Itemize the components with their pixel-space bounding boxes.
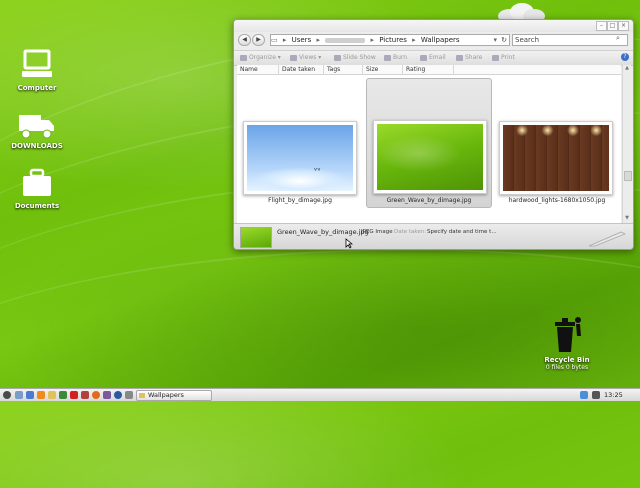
command-bar: Organize ▾ Views ▾ Slide Show Burn Email… xyxy=(234,50,633,66)
window-titlebar[interactable]: – □ × xyxy=(234,20,633,32)
close-button[interactable]: × xyxy=(618,21,629,31)
breadcrumb-separator: ▸ xyxy=(282,36,287,44)
slideshow-icon xyxy=(334,54,341,61)
column-header-size[interactable]: Size xyxy=(363,65,403,74)
recycle-bin-info: 0 files 0 bytes xyxy=(545,364,589,371)
column-header-date-taken[interactable]: Date taken xyxy=(279,65,324,74)
mouse-cursor-icon xyxy=(345,238,353,249)
column-header-tags[interactable]: Tags xyxy=(324,65,363,74)
tray-network-icon[interactable] xyxy=(580,391,588,399)
quicklaunch-extra-icon[interactable] xyxy=(125,391,133,399)
quicklaunch-desktop-icon[interactable] xyxy=(15,391,23,399)
details-filetype: JPEG Image xyxy=(361,229,393,235)
file-name: hardwood_lights-1680x1050.jpg xyxy=(508,197,606,204)
desktop-icon-label: Computer xyxy=(17,84,57,92)
vertical-scrollbar[interactable]: ▲ ▼ xyxy=(622,65,632,223)
organize-menu[interactable]: Organize ▾ xyxy=(240,53,281,63)
search-icon[interactable]: ⌕ xyxy=(616,34,620,43)
folder-icon xyxy=(139,393,145,398)
start-menu-icon[interactable] xyxy=(3,391,11,399)
forward-button[interactable]: ▶ xyxy=(252,34,265,46)
burn-icon xyxy=(384,54,391,61)
scroll-thumb[interactable] xyxy=(624,171,632,181)
back-button[interactable]: ◀ xyxy=(238,34,251,46)
file-name: Green_Wave_by_dimage.jpg xyxy=(386,197,472,204)
birds-icon: ᵛᵛ xyxy=(314,166,321,175)
taskbar-button-label: Wallpapers xyxy=(148,391,184,399)
file-item-selected[interactable]: Green_Wave_by_dimage.jpg xyxy=(366,78,492,208)
minimize-button[interactable]: – xyxy=(596,21,607,31)
file-item[interactable]: ᵛᵛ Flight_by_dimage.jpg xyxy=(241,83,359,207)
quicklaunch-media-icon[interactable] xyxy=(59,391,67,399)
print-icon xyxy=(492,54,499,61)
quicklaunch-browser-icon[interactable] xyxy=(26,391,34,399)
organize-icon xyxy=(240,54,247,61)
quicklaunch-vlc-icon[interactable] xyxy=(37,391,45,399)
briefcase-icon xyxy=(23,168,51,196)
breadcrumb-separator: ▸ xyxy=(412,36,416,44)
refresh-icon[interactable]: ↻ xyxy=(501,35,507,45)
taskbar-button-wallpapers[interactable]: Wallpapers xyxy=(136,390,212,401)
dropdown-icon[interactable]: ▾ xyxy=(493,35,497,45)
details-filename: Green_Wave_by_dimage.jpg xyxy=(277,228,369,236)
email-button[interactable]: Email xyxy=(420,53,446,63)
share-icon xyxy=(456,54,463,61)
recycle-bin-label: Recycle Bin xyxy=(544,356,590,364)
quicklaunch-settings-icon[interactable] xyxy=(114,391,122,399)
pen-icon xyxy=(588,231,626,247)
quicklaunch-firefox-icon[interactable] xyxy=(92,391,100,399)
taskbar: Wallpapers 13:25 xyxy=(0,388,640,401)
desktop-icon-computer[interactable]: Computer xyxy=(2,48,72,92)
file-thumbnail xyxy=(373,120,487,194)
views-menu[interactable]: Views ▾ xyxy=(290,53,321,63)
column-header-rating[interactable]: Rating xyxy=(403,65,454,74)
quicklaunch-mail-icon[interactable] xyxy=(81,391,89,399)
breadcrumb-item-users[interactable]: Users xyxy=(292,35,312,45)
share-button[interactable]: Share xyxy=(456,53,482,63)
quicklaunch-app-icon[interactable] xyxy=(70,391,78,399)
details-date-label: Date taken: xyxy=(394,229,427,235)
desktop-icon-downloads[interactable]: DOWNLOADS xyxy=(2,112,72,150)
breadcrumb-separator: ▸ xyxy=(370,36,374,44)
breadcrumb-item-pictures[interactable]: Pictures xyxy=(379,35,407,45)
address-bar: ◀ ▶ ▭ ▸ Users ▸ ▸ Pictures ▸ Wallpapers … xyxy=(237,33,630,46)
file-thumbnail xyxy=(499,121,613,195)
trash-icon xyxy=(555,317,581,352)
desktop-icon-label: Documents xyxy=(14,202,60,210)
quicklaunch-folder-icon[interactable] xyxy=(48,391,56,399)
file-list: ᵛᵛ Flight_by_dimage.jpg Green_Wave_by_di… xyxy=(237,75,621,223)
burn-button[interactable]: Burn xyxy=(384,53,407,63)
desktop-icon-recycle-bin[interactable]: Recycle Bin 0 files 0 bytes xyxy=(532,314,602,371)
help-icon[interactable]: ? xyxy=(621,53,629,61)
column-header-row: Name Date taken Tags Size Rating xyxy=(237,65,621,75)
slideshow-button[interactable]: Slide Show xyxy=(334,53,376,63)
explorer-window: – □ × ◀ ▶ ▭ ▸ Users ▸ ▸ Pictures ▸ Wallp… xyxy=(233,19,634,250)
redacted-username xyxy=(325,37,366,43)
computer-icon xyxy=(22,49,52,77)
breadcrumb-separator: ▸ xyxy=(316,36,320,44)
breadcrumb[interactable]: ▭ ▸ Users ▸ ▸ Pictures ▸ Wallpapers ▾ ↻ xyxy=(270,34,510,46)
print-button[interactable]: Print xyxy=(492,53,515,63)
preview-thumbnail xyxy=(240,227,272,248)
column-header-name[interactable]: Name xyxy=(237,65,279,74)
folder-icon: ▭ xyxy=(271,36,278,44)
views-icon xyxy=(290,54,297,61)
file-name: Flight_by_dimage.jpg xyxy=(268,197,332,204)
quicklaunch-tool-icon[interactable] xyxy=(103,391,111,399)
file-thumbnail xyxy=(243,121,357,195)
file-item[interactable]: hardwood_lights-1680x1050.jpg xyxy=(497,83,617,207)
tray-volume-icon[interactable] xyxy=(592,391,600,399)
maximize-button[interactable]: □ xyxy=(607,21,618,31)
email-icon xyxy=(420,54,427,61)
search-input[interactable]: Search xyxy=(512,34,628,46)
desktop-icon-documents[interactable]: Documents xyxy=(2,168,72,210)
scroll-down-icon[interactable]: ▼ xyxy=(624,215,630,223)
truck-icon xyxy=(19,115,54,139)
details-pane: Green_Wave_by_dimage.jpg JPEG Image Date… xyxy=(234,223,633,249)
breadcrumb-item-wallpapers[interactable]: Wallpapers xyxy=(421,35,460,45)
clock[interactable]: 13:25 xyxy=(604,390,623,400)
details-date-value[interactable]: Specify date and time t... xyxy=(427,229,497,235)
scroll-up-icon[interactable]: ▲ xyxy=(624,65,630,73)
desktop-icon-label: DOWNLOADS xyxy=(11,142,63,150)
